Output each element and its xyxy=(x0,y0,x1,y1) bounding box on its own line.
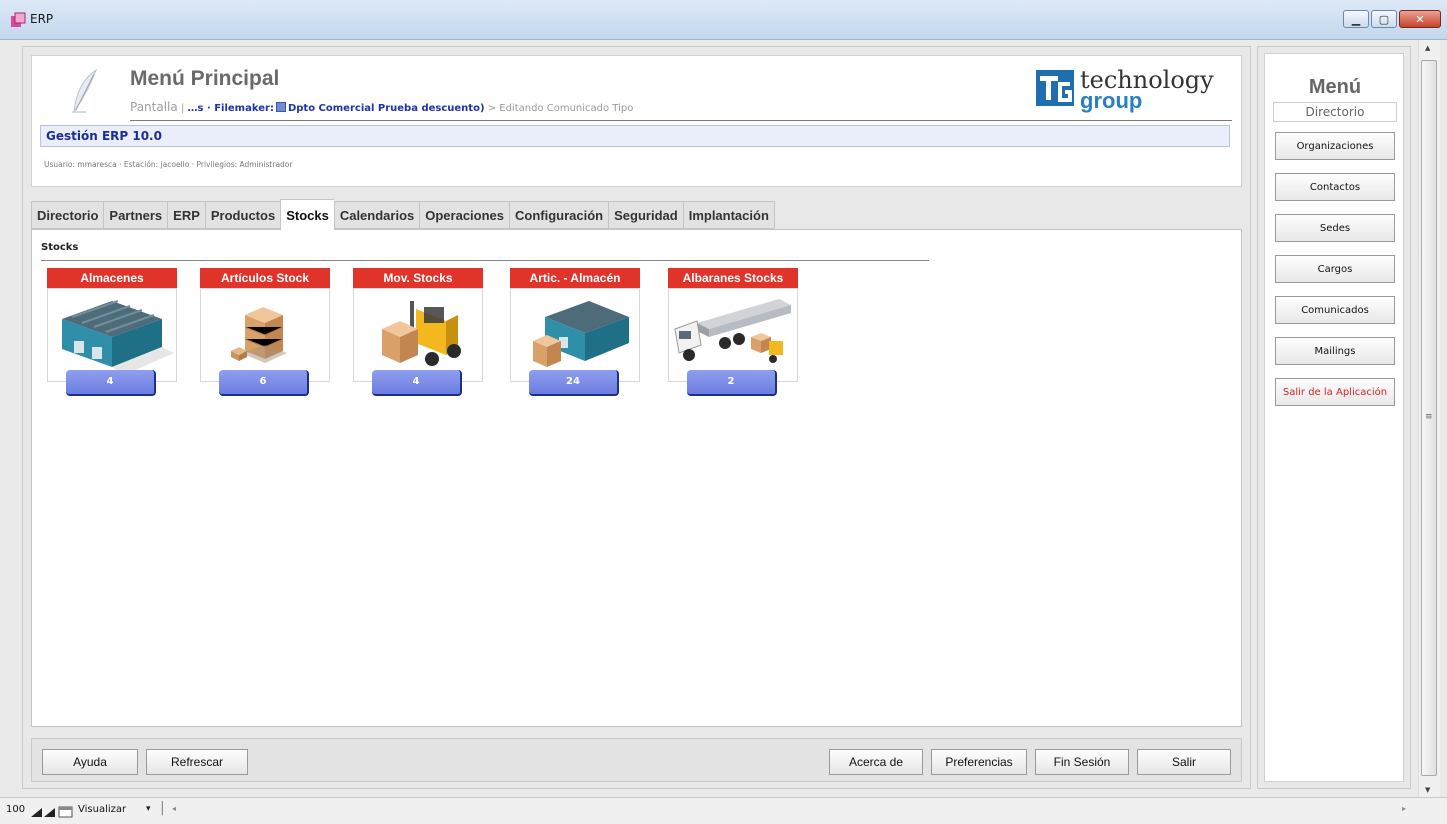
breadcrumb-current: > Editando Comunicado Tipo xyxy=(487,103,634,114)
side-item-comunicados[interactable]: Comunicados xyxy=(1275,296,1395,324)
main-panel: Menú Principal Pantalla | …s · Filemaker… xyxy=(22,46,1251,789)
side-menu-panel: Menú Directorio Organizaciones Contactos… xyxy=(1257,46,1411,789)
tab-partners[interactable]: Partners xyxy=(103,201,168,229)
scroll-up-icon[interactable]: ▲ xyxy=(1425,44,1430,52)
forklift-icon xyxy=(382,301,461,366)
scroll-grip-icon: ≡ xyxy=(1425,412,1433,422)
breadcrumb-pantalla: Pantalla xyxy=(130,100,178,114)
app-icon xyxy=(11,12,26,27)
minimize-icon: ▁ xyxy=(1351,12,1361,26)
tile-image xyxy=(510,288,640,382)
tile-label: Artic. - Almacén xyxy=(510,268,640,288)
about-button[interactable]: Acerca de xyxy=(829,749,923,775)
user-info: Usuario: mmaresca · Estación: jacoello ·… xyxy=(44,160,293,169)
page-title: Menú Principal xyxy=(130,67,280,90)
window-titlebar: ERP ▁ ▢ ✕ xyxy=(0,0,1447,40)
side-item-contactos[interactable]: Contactos xyxy=(1275,173,1395,201)
side-menu-subtitle: Directorio xyxy=(1273,102,1397,122)
boxes-icon xyxy=(231,307,287,363)
tile-label: Mov. Stocks xyxy=(353,268,483,288)
tile-label: Almacenes xyxy=(47,268,177,288)
breadcrumb-link[interactable]: Dpto Comercial Prueba descuento) xyxy=(288,103,485,114)
tile-count-badge: 2 xyxy=(687,370,777,396)
tile-articulos-stock[interactable]: Artículos Stock 6 xyxy=(200,268,330,396)
exit-button[interactable]: Salir xyxy=(1137,749,1231,775)
status-bar: 100 Visualizar ▾ | ◂ ▸ xyxy=(0,797,1447,824)
vertical-scrollbar[interactable]: ▲ ≡ ▼ xyxy=(1418,40,1440,810)
chevron-down-icon[interactable]: ▾ xyxy=(146,804,151,814)
truck-icon xyxy=(674,299,791,363)
tile-image xyxy=(200,288,330,382)
tab-erp[interactable]: ERP xyxy=(167,201,205,229)
app-version-bar: Gestión ERP 10.0 xyxy=(40,125,1230,147)
maximize-icon: ▢ xyxy=(1378,12,1390,26)
maximize-button[interactable]: ▢ xyxy=(1371,10,1397,28)
tab-productos[interactable]: Productos xyxy=(204,201,281,229)
warehouse-icon xyxy=(62,300,174,375)
database-icon xyxy=(275,102,286,112)
divider: | xyxy=(160,800,165,816)
header-card: Menú Principal Pantalla | …s · Filemaker… xyxy=(31,55,1242,187)
breadcrumb-filemaker: …s · Filemaker: xyxy=(187,103,274,114)
tab-operaciones[interactable]: Operaciones xyxy=(419,201,510,229)
tab-calendarios[interactable]: Calendarios xyxy=(333,201,420,229)
tile-count-badge: 6 xyxy=(219,370,309,396)
tab-directorio[interactable]: Directorio xyxy=(31,201,104,229)
scroll-left-icon[interactable]: ◂ xyxy=(172,804,176,813)
view-mode-select[interactable]: Visualizar xyxy=(78,804,126,815)
help-button[interactable]: Ayuda xyxy=(42,749,138,775)
tab-seguridad[interactable]: Seguridad xyxy=(608,201,683,229)
end-session-button[interactable]: Fin Sesión xyxy=(1035,749,1129,775)
tile-count-badge: 4 xyxy=(66,370,156,396)
side-item-cargos[interactable]: Cargos xyxy=(1275,255,1395,283)
window-title: ERP xyxy=(30,12,54,26)
app-version: Gestión ERP 10.0 xyxy=(46,129,162,143)
minimize-button[interactable]: ▁ xyxy=(1343,10,1369,28)
tile-image xyxy=(668,288,798,382)
zoom-level[interactable]: 100 xyxy=(6,804,25,815)
section-divider xyxy=(41,260,929,261)
breadcrumb-separator: | xyxy=(180,103,185,114)
scroll-down-icon[interactable]: ▼ xyxy=(1425,786,1430,794)
tab-implantacion[interactable]: Implantación xyxy=(682,201,775,229)
tile-label: Albaranes Stocks xyxy=(668,268,798,288)
side-menu: Menú Directorio Organizaciones Contactos… xyxy=(1264,53,1404,782)
refresh-button[interactable]: Refrescar xyxy=(146,749,248,775)
tile-image xyxy=(353,288,483,382)
breadcrumb: Pantalla | …s · Filemaker: Dpto Comercial… xyxy=(130,100,633,114)
scroll-right-icon[interactable]: ▸ xyxy=(1402,804,1406,813)
warehouse-boxes-icon xyxy=(533,301,629,367)
tile-image xyxy=(47,288,177,382)
window-body: Menú Principal Pantalla | …s · Filemaker… xyxy=(0,40,1447,824)
preferences-button[interactable]: Preferencias xyxy=(931,749,1027,775)
company-logo: technology group xyxy=(1036,64,1236,114)
side-item-organizaciones[interactable]: Organizaciones xyxy=(1275,132,1395,160)
close-icon: ✕ xyxy=(1415,12,1425,26)
exit-application-button[interactable]: Salir de la Aplicación xyxy=(1275,378,1395,406)
side-item-sedes[interactable]: Sedes xyxy=(1275,214,1395,242)
tile-label: Artículos Stock xyxy=(200,268,330,288)
tile-almacenes[interactable]: Almacenes 4 xyxy=(47,268,177,396)
tab-bar: Directorio Partners ERP Productos Stocks… xyxy=(31,199,775,230)
zoom-controls-icon[interactable] xyxy=(30,804,74,818)
section-title: Stocks xyxy=(41,242,79,253)
tile-artic-almacen[interactable]: Artic. - Almacén 24 xyxy=(510,268,640,396)
tg-logo-icon xyxy=(1036,70,1074,106)
tab-content: Stocks Almacenes 4 Artículos Stock 6 Mov… xyxy=(31,229,1242,727)
close-window-button[interactable]: ✕ xyxy=(1399,10,1441,28)
tile-mov-stocks[interactable]: Mov. Stocks 4 xyxy=(353,268,483,396)
logo-text-group: group xyxy=(1080,88,1143,113)
tile-count-badge: 24 xyxy=(529,370,619,396)
footer-toolbar: Ayuda Refrescar Acerca de Preferencias F… xyxy=(31,738,1242,782)
side-item-mailings[interactable]: Mailings xyxy=(1275,337,1395,365)
tab-configuracion[interactable]: Configuración xyxy=(509,201,609,229)
tile-albaranes-stocks[interactable]: Albaranes Stocks 2 xyxy=(668,268,798,396)
header-divider xyxy=(130,120,1232,121)
feather-icon xyxy=(72,68,97,113)
tab-stocks[interactable]: Stocks xyxy=(280,199,334,230)
side-menu-title: Menú xyxy=(1308,76,1362,98)
tile-count-badge: 4 xyxy=(372,370,462,396)
